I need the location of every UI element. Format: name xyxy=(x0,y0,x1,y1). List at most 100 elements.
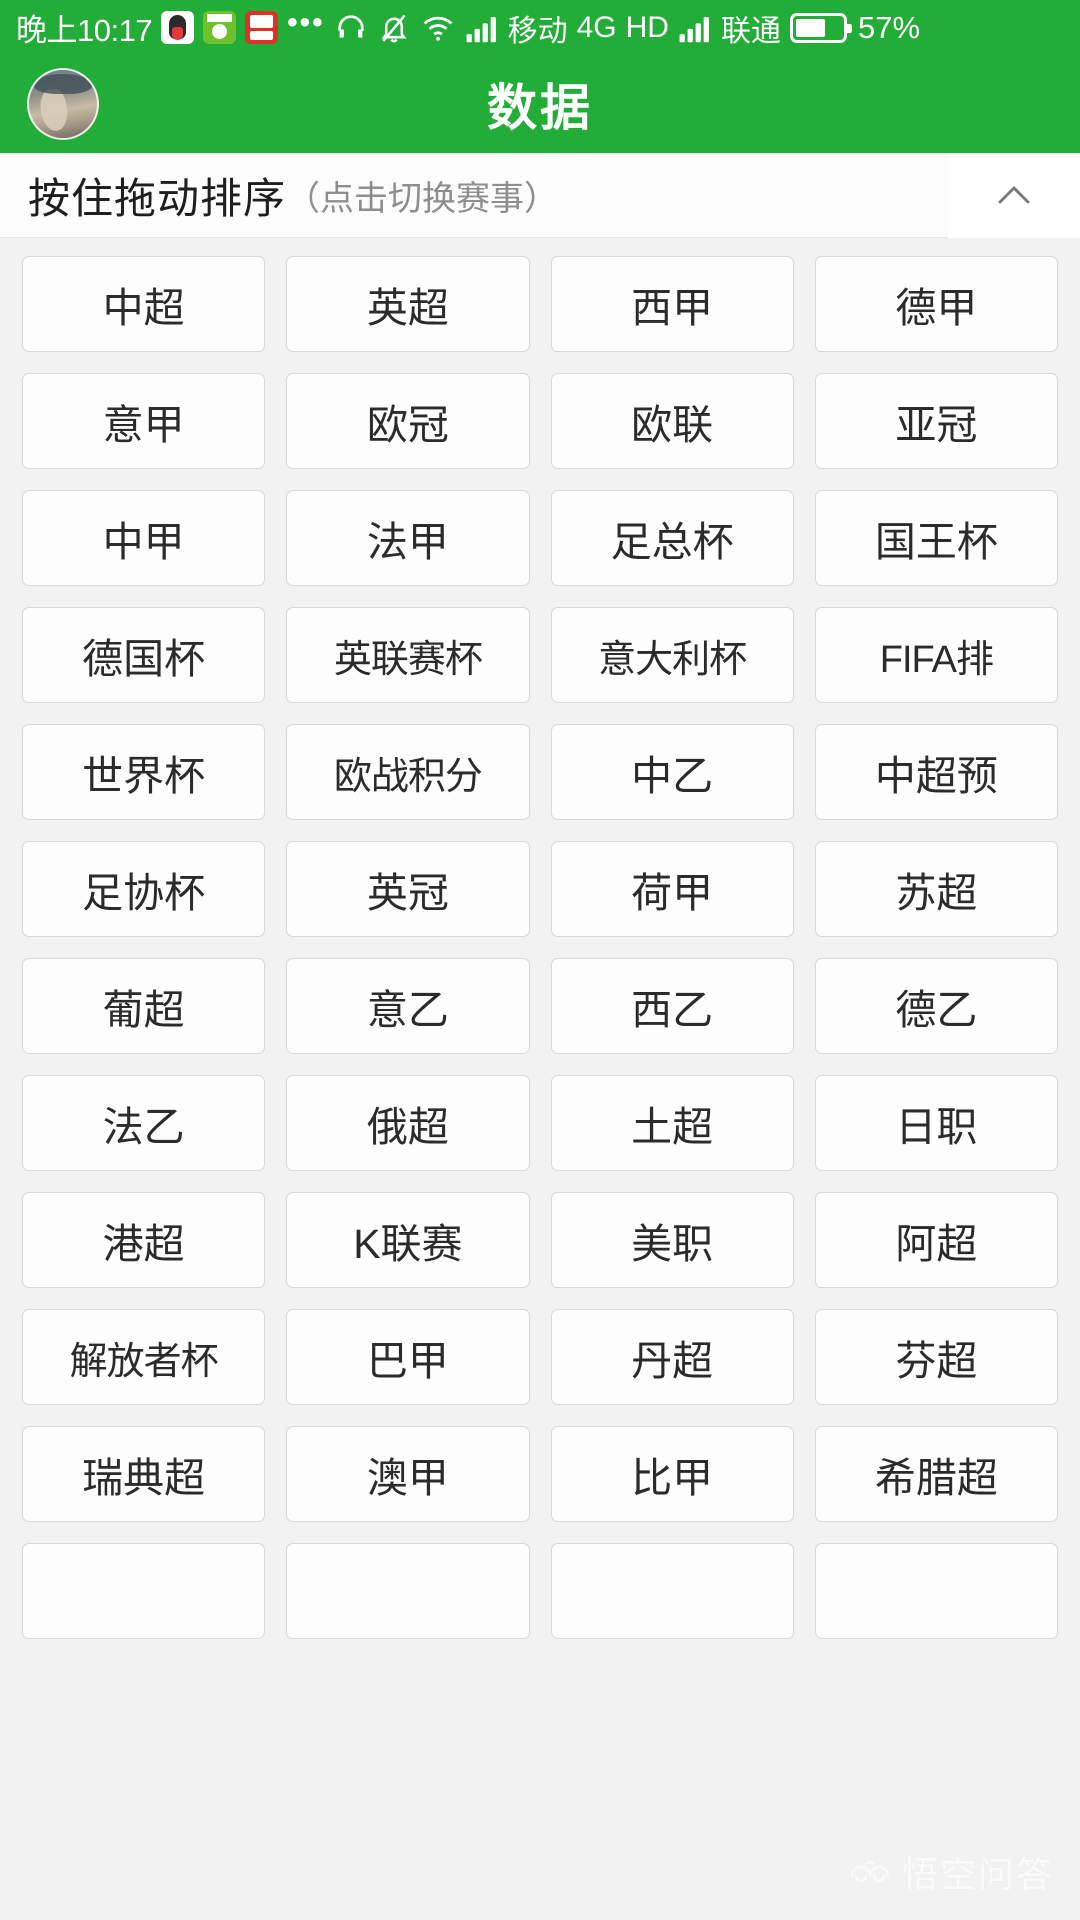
league-tile[interactable]: 港超 xyxy=(22,1192,266,1288)
battery-percent-label: 57% xyxy=(857,9,921,45)
league-tile[interactable]: 世界杯 xyxy=(22,724,266,820)
league-grid: 中超 英超 西甲 德甲意甲 欧冠 欧联 亚冠中甲 法甲 足总杯 国王杯德国杯 英联赛杯 意大利杯 FIF… xyxy=(22,256,1058,1639)
league-tile-label: 西乙 xyxy=(631,987,714,1033)
page-title: 数据 xyxy=(487,80,593,136)
league-tile-label: 中甲 xyxy=(102,519,185,565)
qq-icon xyxy=(161,11,195,44)
league-tile[interactable] xyxy=(814,1543,1058,1639)
league-tile[interactable]: 足总杯 xyxy=(550,490,794,586)
league-tile[interactable]: 巴甲 xyxy=(286,1309,530,1405)
bell-muted-icon xyxy=(377,11,411,45)
league-tile-label: 意甲 xyxy=(102,402,185,448)
signal-bars-icon-2 xyxy=(678,12,712,44)
league-tile-label: 法乙 xyxy=(102,1104,185,1150)
league-tile-label: 欧战积分 xyxy=(333,755,483,798)
league-tile-label: 中超 xyxy=(102,285,185,331)
league-tile-label: 法甲 xyxy=(366,519,449,565)
network-type-label: 4G xyxy=(576,10,617,44)
league-tile[interactable]: 欧联 xyxy=(550,373,794,469)
league-tile-label: 世界杯 xyxy=(82,753,206,799)
league-tile-label: 日职 xyxy=(895,1104,978,1150)
league-grid-scroll-area[interactable]: 中超 英超 西甲 德甲意甲 欧冠 欧联 亚冠中甲 法甲 足总杯 国王杯德国杯 英联赛杯 意大利杯 FIF… xyxy=(0,238,1080,1919)
league-tile[interactable]: 西甲 xyxy=(550,256,794,352)
league-tile-label: 荷甲 xyxy=(631,870,714,916)
league-tile[interactable]: 英超 xyxy=(286,256,530,352)
league-tile[interactable]: 法甲 xyxy=(286,490,530,586)
league-tile-label: 足协杯 xyxy=(82,870,206,916)
league-tile[interactable]: 阿超 xyxy=(814,1192,1058,1288)
league-tile-label: 英超 xyxy=(366,285,449,331)
league-tile[interactable]: 意乙 xyxy=(286,958,530,1054)
league-tile[interactable]: 比甲 xyxy=(550,1426,794,1522)
league-tile[interactable]: 俄超 xyxy=(286,1075,530,1171)
league-tile-label: 中乙 xyxy=(631,753,714,799)
league-tile-label: 比甲 xyxy=(631,1455,714,1501)
league-tile[interactable]: 丹超 xyxy=(550,1309,794,1405)
headset-icon xyxy=(334,11,368,45)
collapse-panel-button[interactable] xyxy=(948,152,1080,238)
league-tile[interactable]: 亚冠 xyxy=(814,373,1058,469)
league-tile-label: 土超 xyxy=(631,1104,714,1150)
sort-hint-sub-label: （点击切换赛事） xyxy=(286,179,559,218)
league-tile[interactable]: 德乙 xyxy=(814,958,1058,1054)
sort-hint-bar: 按住拖动排序 （点击切换赛事） xyxy=(0,152,1080,238)
league-tile[interactable]: 美职 xyxy=(550,1192,794,1288)
league-tile[interactable]: 德国杯 xyxy=(22,607,266,703)
league-tile[interactable]: 中乙 xyxy=(550,724,794,820)
league-tile[interactable]: 足协杯 xyxy=(22,841,266,937)
league-tile[interactable] xyxy=(286,1543,530,1639)
league-tile[interactable]: 法乙 xyxy=(22,1075,266,1171)
league-tile[interactable]: 德甲 xyxy=(814,256,1058,352)
league-tile[interactable]: 瑞典超 xyxy=(22,1426,266,1522)
status-time: 晚上10:17 xyxy=(16,13,153,48)
league-tile[interactable]: 葡超 xyxy=(22,958,266,1054)
league-tile[interactable]: 解放者杯 xyxy=(22,1309,266,1405)
league-tile-label: 中超预 xyxy=(874,753,998,799)
league-tile-label: 巴甲 xyxy=(366,1338,449,1384)
league-tile-label: 德国杯 xyxy=(82,636,206,682)
league-tile-label: 德乙 xyxy=(895,987,978,1033)
league-tile[interactable]: 澳甲 xyxy=(286,1426,530,1522)
green-app-icon xyxy=(203,11,237,44)
league-tile-label: K联赛 xyxy=(353,1221,463,1267)
league-tile[interactable] xyxy=(550,1543,794,1639)
league-tile[interactable]: K联赛 xyxy=(286,1192,530,1288)
league-tile-label: 俄超 xyxy=(366,1104,449,1150)
league-tile[interactable]: 希腊超 xyxy=(814,1426,1058,1522)
league-tile[interactable]: 芬超 xyxy=(814,1309,1058,1405)
chevron-up-icon xyxy=(998,186,1030,204)
league-tile-label: 英冠 xyxy=(366,870,449,916)
league-tile[interactable]: 意大利杯 xyxy=(550,607,794,703)
league-tile[interactable]: 英联赛杯 xyxy=(286,607,530,703)
league-tile-label: FIFA排 xyxy=(879,638,994,681)
league-tile-label: 英联赛杯 xyxy=(333,638,483,681)
league-tile-label: 欧联 xyxy=(631,402,714,448)
signal-bars-icon xyxy=(465,12,499,44)
league-tile[interactable]: 荷甲 xyxy=(550,841,794,937)
league-tile[interactable]: 欧冠 xyxy=(286,373,530,469)
league-tile[interactable]: 中超 xyxy=(22,256,266,352)
league-tile[interactable]: FIFA排 xyxy=(814,607,1058,703)
league-tile[interactable]: 苏超 xyxy=(814,841,1058,937)
league-tile[interactable]: 国王杯 xyxy=(814,490,1058,586)
league-tile-label: 丹超 xyxy=(631,1338,714,1384)
league-tile-label: 澳甲 xyxy=(366,1455,449,1501)
status-bar: 晚上10:17 ••• 移动 4G HD 联通 57% xyxy=(0,0,1080,55)
battery-icon xyxy=(789,12,852,43)
toutiao-icon xyxy=(245,11,279,44)
league-tile[interactable]: 日职 xyxy=(814,1075,1058,1171)
league-tile[interactable]: 西乙 xyxy=(550,958,794,1054)
league-tile[interactable]: 英冠 xyxy=(286,841,530,937)
league-tile-label: 美职 xyxy=(631,1221,714,1267)
league-tile-label: 苏超 xyxy=(895,870,978,916)
league-tile[interactable]: 欧战积分 xyxy=(286,724,530,820)
league-tile[interactable]: 中甲 xyxy=(22,490,266,586)
league-tile[interactable]: 土超 xyxy=(550,1075,794,1171)
app-header: 数据 xyxy=(0,55,1080,153)
user-avatar[interactable] xyxy=(27,68,99,140)
league-tile[interactable] xyxy=(22,1543,266,1639)
league-tile-label: 意乙 xyxy=(366,987,449,1033)
league-tile[interactable]: 意甲 xyxy=(22,373,266,469)
league-tile[interactable]: 中超预 xyxy=(814,724,1058,820)
league-tile-label: 足总杯 xyxy=(610,519,734,565)
